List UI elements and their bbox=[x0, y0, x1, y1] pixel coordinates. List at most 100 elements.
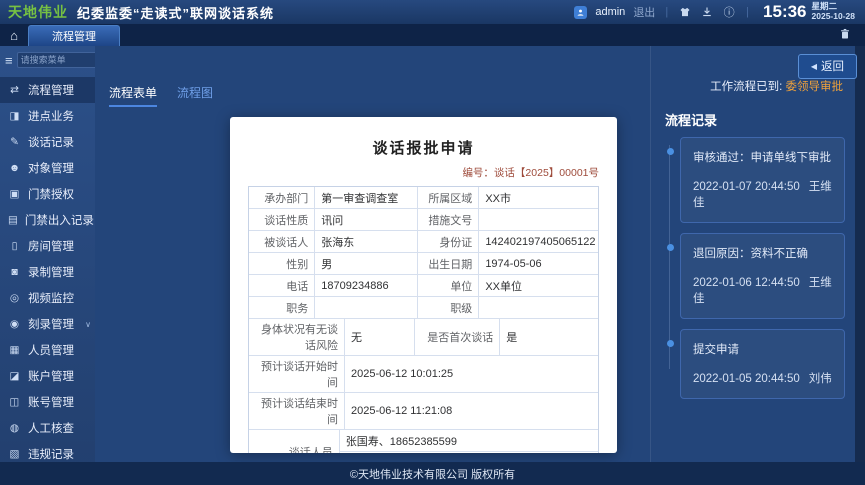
record-user: 刘伟 bbox=[809, 373, 832, 385]
chevron-down-icon: ∨ bbox=[85, 320, 91, 329]
field-birth-label: 出生日期 bbox=[418, 253, 479, 274]
copyright: ©天地伟业技术有限公司 版权所有 bbox=[350, 466, 515, 482]
workflow-status-value: 委领导审批 bbox=[786, 81, 844, 93]
timeline-dot-icon bbox=[667, 244, 674, 251]
footer: ©天地伟业技术有限公司 版权所有 bbox=[0, 462, 865, 485]
back-button[interactable]: ◀ 返回 bbox=[798, 54, 857, 79]
field-start-time-value: 2025-06-12 10:01:25 bbox=[345, 356, 598, 392]
process-record-panel: 工作流程已到: 委领导审批 流程记录 审核通过：申请单线下审批 2022-01-… bbox=[650, 46, 855, 477]
field-phone-value: 18709234886 bbox=[315, 275, 418, 296]
field-id-value: 142402197405065122 bbox=[479, 231, 598, 252]
sidebar-menu: ⇄ 流程管理 ◨ 进点业务 ✎ 谈话记录 ☻ 对象管理 ▣ 门禁授权 bbox=[0, 73, 95, 467]
field-start-time-label: 预计谈话开始时间 bbox=[249, 356, 345, 392]
disc-icon: ◉ bbox=[8, 319, 21, 330]
sidebar-item-talk-records[interactable]: ✎ 谈话记录 bbox=[0, 129, 95, 155]
staff-icon: ▦ bbox=[8, 345, 21, 356]
process-timeline: 审核通过：申请单线下审批 2022-01-07 20:44:50王维佳 退回原因… bbox=[665, 137, 845, 399]
system-title: 纪委监委“走读式”联网谈话系统 bbox=[77, 3, 274, 22]
access-auth-icon: ▣ bbox=[8, 189, 21, 200]
field-rank-value bbox=[479, 297, 598, 318]
field-interviewers-label: 谈话人员 bbox=[249, 430, 340, 453]
field-unit-label: 单位 bbox=[418, 275, 479, 296]
workflow-status: 工作流程已到: 委领导审批 bbox=[665, 78, 845, 94]
sidebar-item-subject-management[interactable]: ☻ 对象管理 bbox=[0, 155, 95, 181]
approval-form-card: 谈话报批申请 编号：谈话【2025】00001号 承办部门 第一审查调查室 所属… bbox=[230, 117, 617, 453]
record-time: 2022-01-05 20:44:50 bbox=[693, 373, 800, 385]
person-icon: ☻ bbox=[8, 163, 21, 174]
camera-icon: ◙ bbox=[8, 267, 21, 278]
sidebar-item-burn-management[interactable]: ◉ 刻录管理 ∨ bbox=[0, 311, 95, 337]
main-panel: ◀ 返回 流程表单 流程图 谈话报批申请 编号：谈话【2025】00001号 承… bbox=[95, 46, 865, 477]
sidebar-item-personnel-management[interactable]: ▦ 人员管理 bbox=[0, 337, 95, 363]
field-position-label: 职务 bbox=[249, 297, 315, 318]
theme-skin-icon[interactable] bbox=[678, 5, 692, 19]
timeline-dot-icon bbox=[667, 148, 674, 155]
sidebar-item-access-logs[interactable]: ▤ 门禁出入记录 bbox=[0, 207, 95, 233]
webcam-icon: ◎ bbox=[8, 293, 21, 304]
field-end-time-label: 预计谈话结束时间 bbox=[249, 393, 345, 429]
sidebar-item-process-management[interactable]: ⇄ 流程管理 bbox=[0, 77, 95, 103]
tab-process-form[interactable]: 流程表单 bbox=[109, 84, 157, 107]
field-unit-value: XX单位 bbox=[479, 275, 598, 296]
logout-button[interactable]: 退出 bbox=[633, 4, 655, 20]
scrollbar-track[interactable] bbox=[855, 46, 865, 477]
divider: | bbox=[746, 6, 749, 18]
record-time: 2022-01-06 12:44:50 bbox=[693, 277, 800, 289]
timeline-dot-icon bbox=[667, 340, 674, 347]
field-doc-value bbox=[479, 209, 598, 230]
field-health-label: 身体状况有无谈话风险 bbox=[249, 319, 345, 355]
tab-process-diagram[interactable]: 流程图 bbox=[177, 84, 213, 107]
trash-icon[interactable] bbox=[839, 28, 851, 40]
divider: | bbox=[665, 6, 668, 18]
account-icon: ◪ bbox=[8, 371, 21, 382]
form-number: 编号：谈话【2025】00001号 bbox=[248, 165, 599, 180]
brand-logo: 天地伟业 bbox=[8, 2, 68, 22]
field-rank-label: 职级 bbox=[418, 297, 479, 318]
sidebar-item-account-management[interactable]: ◪ 账户管理 bbox=[0, 363, 95, 389]
sidebar-item-account-number-management[interactable]: ◫ 账号管理 bbox=[0, 389, 95, 415]
field-dept-value: 第一审查调查室 bbox=[315, 187, 418, 208]
back-arrow-icon: ◀ bbox=[811, 62, 817, 71]
tab-process-management[interactable]: 流程管理 bbox=[28, 25, 120, 46]
username[interactable]: admin bbox=[595, 6, 625, 18]
sidebar-item-video-surveillance[interactable]: ◎ 视频监控 bbox=[0, 285, 95, 311]
room-icon: ▯ bbox=[8, 241, 21, 252]
field-gender-label: 性别 bbox=[249, 253, 315, 274]
field-nature-label: 谈话性质 bbox=[249, 209, 315, 230]
account-id-icon: ◫ bbox=[8, 397, 21, 408]
sidebar-item-room-management[interactable]: ▯ 房间管理 bbox=[0, 233, 95, 259]
field-health-value: 无 bbox=[345, 319, 415, 355]
download-icon[interactable] bbox=[700, 5, 714, 19]
view-tabs: 流程表单 流程图 bbox=[95, 84, 650, 107]
process-records-title: 流程记录 bbox=[665, 110, 845, 129]
time: 15:36 bbox=[763, 2, 806, 22]
collapse-menu-icon[interactable]: ≡ bbox=[5, 54, 13, 67]
access-log-icon: ▤ bbox=[8, 215, 18, 226]
violation-icon: ▧ bbox=[8, 449, 21, 460]
timeline-item: 审核通过：申请单线下审批 2022-01-07 20:44:50王维佳 bbox=[680, 137, 845, 223]
talk-record-icon: ✎ bbox=[8, 137, 21, 148]
sidebar: ≡ ⇄ 流程管理 ◨ 进点业务 ✎ 谈话记录 bbox=[0, 46, 95, 484]
home-icon[interactable]: ⌂ bbox=[0, 24, 28, 46]
field-id-label: 身份证 bbox=[418, 231, 479, 252]
form-table: 承办部门 第一审查调查室 所属区域 XX市 谈话性质 讯问 措施文号 bbox=[248, 186, 599, 453]
tab-bar: ⌂ 流程管理 bbox=[0, 24, 865, 46]
field-interviewer-1: 张国寿、18652385599 bbox=[340, 430, 598, 452]
field-dept-label: 承办部门 bbox=[249, 187, 315, 208]
info-icon[interactable]: ⓘ bbox=[722, 5, 736, 19]
sidebar-item-access-authorization[interactable]: ▣ 门禁授权 bbox=[0, 181, 95, 207]
user-avatar-icon[interactable] bbox=[574, 6, 587, 19]
top-header: 天地伟业 纪委监委“走读式”联网谈话系统 admin 退出 | ⓘ | 15:3… bbox=[0, 0, 865, 24]
field-birth-value: 1974-05-06 bbox=[479, 253, 598, 274]
sidebar-item-manual-check[interactable]: ◍ 人工核查 bbox=[0, 415, 95, 441]
timeline-item: 退回原因：资料不正确 2022-01-06 12:44:50王维佳 bbox=[680, 233, 845, 319]
field-end-time-value: 2025-06-12 11:21:08 bbox=[345, 393, 598, 429]
field-position-value bbox=[315, 297, 418, 318]
field-first-talk-value: 是 bbox=[500, 319, 598, 355]
app-window: 天地伟业 纪委监委“走读式”联网谈话系统 admin 退出 | ⓘ | 15:3… bbox=[0, 0, 865, 485]
sidebar-item-recording-management[interactable]: ◙ 录制管理 bbox=[0, 259, 95, 285]
field-interviewer-2: 徐书海、13856985887 bbox=[340, 452, 598, 453]
manual-check-icon: ◍ bbox=[8, 423, 21, 434]
field-phone-label: 电话 bbox=[249, 275, 315, 296]
sidebar-item-entry-business[interactable]: ◨ 进点业务 bbox=[0, 103, 95, 129]
